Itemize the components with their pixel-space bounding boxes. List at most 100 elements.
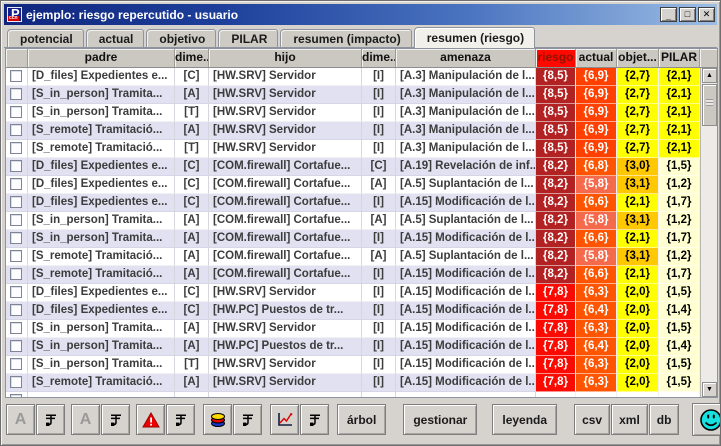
cell-padre: [S_remote] Tramitació...	[28, 374, 175, 392]
table-row[interactable]: [S_remote] Tramitació...[A][COM.firewall…	[6, 248, 717, 266]
cell-actual: {6,4}	[576, 338, 617, 356]
row-checkbox[interactable]	[10, 124, 22, 136]
row-checkbox[interactable]	[10, 322, 22, 334]
table-row[interactable]: [S_in_person] Tramita...[T][HW.SRV] Serv…	[6, 356, 717, 374]
cell-actual: {6,9}	[576, 68, 617, 86]
cell-dimension-padre: [T]	[175, 104, 209, 122]
csv-export-button[interactable]: csv	[574, 404, 610, 435]
value-levels-button-4[interactable]	[233, 404, 262, 435]
warning-display-button[interactable]	[136, 404, 165, 435]
row-checkbox[interactable]	[10, 178, 22, 190]
table-row[interactable]: [S_in_person] Tramita...[A][HW.SRV] Serv…	[6, 320, 717, 338]
column-header-objet[interactable]: objet...	[617, 49, 659, 67]
scroll-thumb[interactable]	[702, 84, 717, 126]
row-checkbox[interactable]	[10, 268, 22, 280]
display-mode-a-button-1[interactable]: A	[6, 404, 35, 435]
column-header-amenaza[interactable]: amenaza	[396, 49, 536, 67]
tab-resumen-riesgo[interactable]: resumen (riesgo)	[414, 27, 535, 48]
cell-objetivo: {2,0}	[617, 356, 659, 374]
value-levels-button-3[interactable]	[166, 404, 195, 435]
row-checkbox[interactable]	[10, 286, 22, 298]
tab-potencial[interactable]: potencial	[7, 29, 84, 48]
table-row[interactable]: [D_files] Expedientes e...[C][COM.firewa…	[6, 176, 717, 194]
discs-display-button[interactable]	[203, 404, 232, 435]
column-header-actual[interactable]: actual	[576, 49, 617, 67]
column-header-hijo[interactable]: hijo	[209, 49, 362, 67]
table-row[interactable]: [S_remote] Tramitació...[A][HW.SRV] Serv…	[6, 374, 717, 392]
cell-riesgo: {7,8}	[536, 302, 576, 320]
table-row[interactable]: [S_remote] Tramitació...[A][HW.SRV] Serv…	[6, 122, 717, 140]
cell-amenaza: [A.15] Modificación de l...	[396, 338, 536, 356]
table-row[interactable]: [D_files] Expedientes e...[C][HW.PC] Pue…	[6, 302, 717, 320]
column-header-dime[interactable]: dime...	[362, 49, 396, 67]
row-checkbox[interactable]	[10, 142, 22, 154]
cell-objetivo: {2,7}	[617, 86, 659, 104]
table-row[interactable]: [S_in_person] Tramita...[A][HW.PC] Puest…	[6, 338, 717, 356]
row-checkbox[interactable]	[10, 106, 22, 118]
scroll-up-button[interactable]: ▲	[702, 68, 717, 83]
row-checkbox[interactable]	[10, 250, 22, 262]
row-checkbox[interactable]	[10, 232, 22, 244]
close-button[interactable]: ✕	[698, 7, 715, 22]
minimize-button[interactable]: _	[660, 7, 677, 22]
tab-pilar[interactable]: PILAR	[218, 29, 278, 48]
row-checkbox[interactable]	[10, 214, 22, 226]
row-checkbox[interactable]	[10, 196, 22, 208]
maximize-button[interactable]: □	[679, 7, 696, 22]
table-body: [D_files] Expedientes e...[C][HW.SRV] Se…	[6, 68, 717, 397]
arbol-button[interactable]: árbol	[337, 404, 386, 435]
status-smiley-button[interactable]	[692, 403, 721, 436]
tab-actual[interactable]: actual	[86, 29, 145, 48]
row-checkbox[interactable]	[10, 340, 22, 352]
row-checkbox[interactable]	[10, 376, 22, 388]
leyenda-button[interactable]: leyenda	[492, 404, 557, 435]
cell-padre: [S_in_person] Tramita...	[28, 212, 175, 230]
cell-dimension-padre: [C]	[175, 194, 209, 212]
column-header-PILAR[interactable]: PILAR	[659, 49, 700, 67]
tab-resumen-impacto[interactable]: resumen (impacto)	[280, 29, 411, 48]
gestionar-button[interactable]: gestionar	[403, 404, 477, 435]
value-levels-button-2[interactable]	[101, 404, 130, 435]
cell-hijo: [HW.SRV] Servidor	[209, 122, 362, 140]
tab-objetivo[interactable]: objetivo	[146, 29, 216, 48]
table-row[interactable]: [S_in_person] Tramita...[A][HW.SRV] Serv…	[6, 86, 717, 104]
value-levels-button-1[interactable]	[36, 404, 65, 435]
row-checkbox[interactable]	[10, 160, 22, 172]
xml-export-button[interactable]: xml	[611, 404, 648, 435]
row-checkbox[interactable]	[10, 70, 22, 82]
table-row[interactable]: [D_files] Expedientes e...[C][HW.SRV] Se…	[6, 284, 717, 302]
column-header-padre[interactable]: padre	[28, 49, 175, 67]
app-window: P ccn ejemplo: riesgo repercutido - usua…	[0, 0, 721, 446]
cell-pilar: {1,5}	[659, 284, 700, 302]
column-header-riesgo[interactable]: riesgo	[536, 49, 576, 67]
scroll-down-button[interactable]: ▼	[702, 382, 717, 397]
cell-riesgo: {8,2}	[536, 212, 576, 230]
table-row[interactable]: [D_files] Expedientes e...[C][HW.SRV] Se…	[6, 68, 717, 86]
table-row[interactable]: [S_in_person] Tramita...[T][HW.SRV] Serv…	[6, 104, 717, 122]
cell-hijo: [COM.firewall] Cortafue...	[209, 176, 362, 194]
cell-objetivo: {2,1}	[617, 230, 659, 248]
table-row[interactable]: [S_in_person] Tramita...[A][COM.firewall…	[6, 230, 717, 248]
row-checkbox[interactable]	[10, 358, 22, 370]
cell-amenaza: [A.5] Suplantación de l...	[396, 212, 536, 230]
table-row[interactable]: [S_remote] Tramitació...[A][COM.firewall…	[6, 266, 717, 284]
table-row[interactable]: [S_in_person] Tramita...[A][COM.firewall…	[6, 212, 717, 230]
chart-display-button[interactable]	[270, 404, 299, 435]
column-header-checkbox[interactable]	[6, 49, 28, 67]
display-mode-a-button-2[interactable]: A	[71, 404, 100, 435]
table-row[interactable]: [S_remote] Tramitació...[T][HW.SRV] Serv…	[6, 140, 717, 158]
cell-amenaza: [A.15] Modificación de l...	[396, 266, 536, 284]
column-header-dime[interactable]: dime...	[175, 49, 209, 67]
table-row[interactable]: [D_files] Expedientes e...[C][COM.firewa…	[6, 194, 717, 212]
cell-hijo: [COM.firewall] Cortafue...	[209, 248, 362, 266]
table-row[interactable]: [D_files] Expedientes e...[C][COM.firewa…	[6, 158, 717, 176]
row-checkbox[interactable]	[10, 394, 22, 397]
row-checkbox[interactable]	[10, 304, 22, 316]
value-levels-button-5[interactable]	[300, 404, 329, 435]
table-row[interactable]	[6, 392, 717, 397]
db-export-button[interactable]: db	[649, 404, 680, 435]
vertical-scrollbar[interactable]: ▲ ▼	[700, 68, 717, 397]
row-checkbox[interactable]	[10, 88, 22, 100]
cell-dimension-padre: [T]	[175, 140, 209, 158]
cell-riesgo: {8,2}	[536, 176, 576, 194]
